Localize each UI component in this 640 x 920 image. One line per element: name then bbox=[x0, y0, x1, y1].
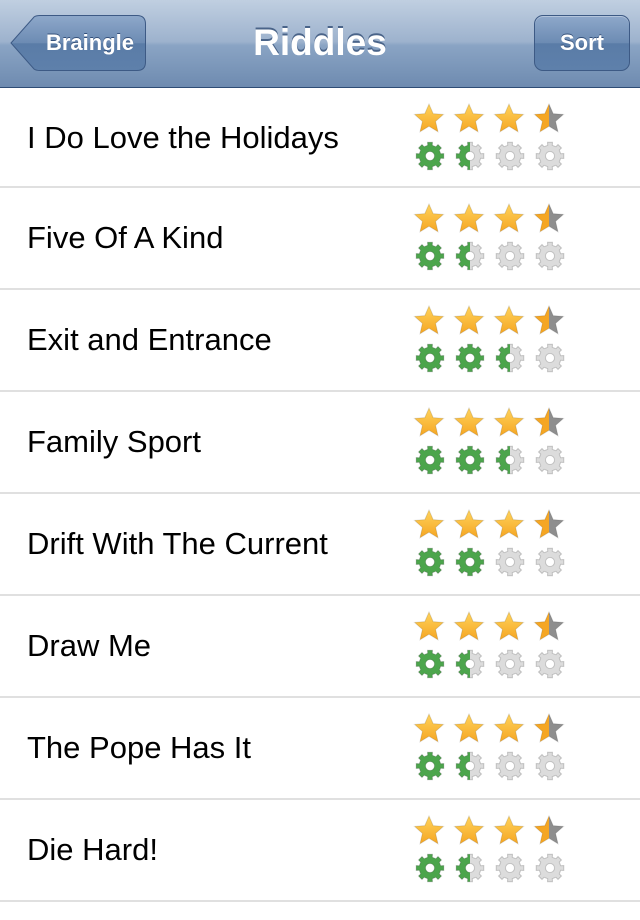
list-item[interactable]: Die Hard! bbox=[0, 800, 640, 902]
star-full-icon bbox=[493, 508, 525, 539]
navigation-bar: Braingle Riddles Sort bbox=[0, 0, 640, 88]
gear-full-icon bbox=[415, 141, 445, 171]
star-full-icon bbox=[413, 712, 445, 743]
star-half-icon bbox=[533, 610, 565, 641]
star-full-icon bbox=[493, 610, 525, 641]
star-half-icon bbox=[533, 508, 565, 539]
sort-button[interactable]: Sort bbox=[534, 15, 630, 71]
star-full-icon bbox=[413, 406, 445, 437]
gear-empty-icon bbox=[535, 445, 565, 475]
gear-empty-icon bbox=[535, 751, 565, 781]
gear-full-icon bbox=[455, 547, 485, 577]
star-full-icon bbox=[453, 814, 485, 845]
star-full-icon bbox=[493, 814, 525, 845]
star-half-icon bbox=[533, 304, 565, 335]
gear-empty-icon bbox=[535, 241, 565, 271]
gear-empty-icon bbox=[535, 547, 565, 577]
star-half-icon bbox=[533, 712, 565, 743]
star-full-icon bbox=[493, 304, 525, 335]
gear-empty-icon bbox=[495, 649, 525, 679]
star-half-icon bbox=[533, 406, 565, 437]
gear-empty-icon bbox=[535, 141, 565, 171]
star-full-icon bbox=[493, 102, 525, 133]
star-half-icon bbox=[533, 102, 565, 133]
gear-empty-icon bbox=[495, 751, 525, 781]
star-full-icon bbox=[453, 406, 485, 437]
gear-half-icon bbox=[455, 649, 485, 679]
star-full-icon bbox=[453, 202, 485, 233]
star-full-icon bbox=[413, 610, 445, 641]
list-item[interactable]: Family Sport bbox=[0, 392, 640, 494]
gear-empty-icon bbox=[535, 343, 565, 373]
list-item[interactable]: Draw Me bbox=[0, 596, 640, 698]
gear-empty-icon bbox=[535, 649, 565, 679]
list-item[interactable]: Five Of A Kind bbox=[0, 188, 640, 290]
gear-half-icon bbox=[495, 343, 525, 373]
star-full-icon bbox=[413, 102, 445, 133]
star-full-icon bbox=[413, 508, 445, 539]
star-full-icon bbox=[413, 304, 445, 335]
gear-full-icon bbox=[415, 343, 445, 373]
gear-full-icon bbox=[415, 751, 445, 781]
gear-half-icon bbox=[455, 853, 485, 883]
star-full-icon bbox=[453, 712, 485, 743]
star-full-icon bbox=[413, 814, 445, 845]
gear-empty-icon bbox=[535, 853, 565, 883]
star-full-icon bbox=[453, 508, 485, 539]
gear-full-icon bbox=[415, 853, 445, 883]
gear-empty-icon bbox=[495, 141, 525, 171]
gear-full-icon bbox=[455, 445, 485, 475]
gear-half-icon bbox=[495, 445, 525, 475]
gear-full-icon bbox=[455, 343, 485, 373]
list-item[interactable]: Drift With The Current bbox=[0, 494, 640, 596]
star-full-icon bbox=[453, 304, 485, 335]
gear-empty-icon bbox=[495, 853, 525, 883]
riddle-title: Family Sport bbox=[27, 424, 201, 459]
riddle-title: Five Of A Kind bbox=[27, 220, 224, 255]
star-full-icon bbox=[453, 610, 485, 641]
list-item[interactable]: Exit and Entrance bbox=[0, 290, 640, 392]
star-full-icon bbox=[413, 202, 445, 233]
gear-full-icon bbox=[415, 241, 445, 271]
riddle-list: I Do Love the Holidays Five Of A Kind Exit… bbox=[0, 88, 640, 902]
gear-full-icon bbox=[415, 445, 445, 475]
gear-half-icon bbox=[455, 241, 485, 271]
list-item[interactable]: The Pope Has It bbox=[0, 698, 640, 800]
gear-half-icon bbox=[455, 141, 485, 171]
star-half-icon bbox=[533, 814, 565, 845]
gear-full-icon bbox=[415, 649, 445, 679]
riddle-title: Drift With The Current bbox=[27, 526, 328, 561]
list-item[interactable]: I Do Love the Holidays bbox=[0, 88, 640, 188]
star-full-icon bbox=[493, 202, 525, 233]
star-full-icon bbox=[493, 406, 525, 437]
star-half-icon bbox=[533, 202, 565, 233]
gear-half-icon bbox=[455, 751, 485, 781]
star-full-icon bbox=[453, 102, 485, 133]
star-full-icon bbox=[493, 712, 525, 743]
riddle-title: Draw Me bbox=[27, 628, 152, 663]
gear-full-icon bbox=[415, 547, 445, 577]
riddle-title: The Pope Has It bbox=[27, 730, 252, 765]
riddle-title: Die Hard! bbox=[27, 832, 158, 867]
riddle-title: I Do Love the Holidays bbox=[27, 120, 339, 155]
gear-empty-icon bbox=[495, 547, 525, 577]
gear-empty-icon bbox=[495, 241, 525, 271]
riddle-title: Exit and Entrance bbox=[27, 322, 272, 357]
